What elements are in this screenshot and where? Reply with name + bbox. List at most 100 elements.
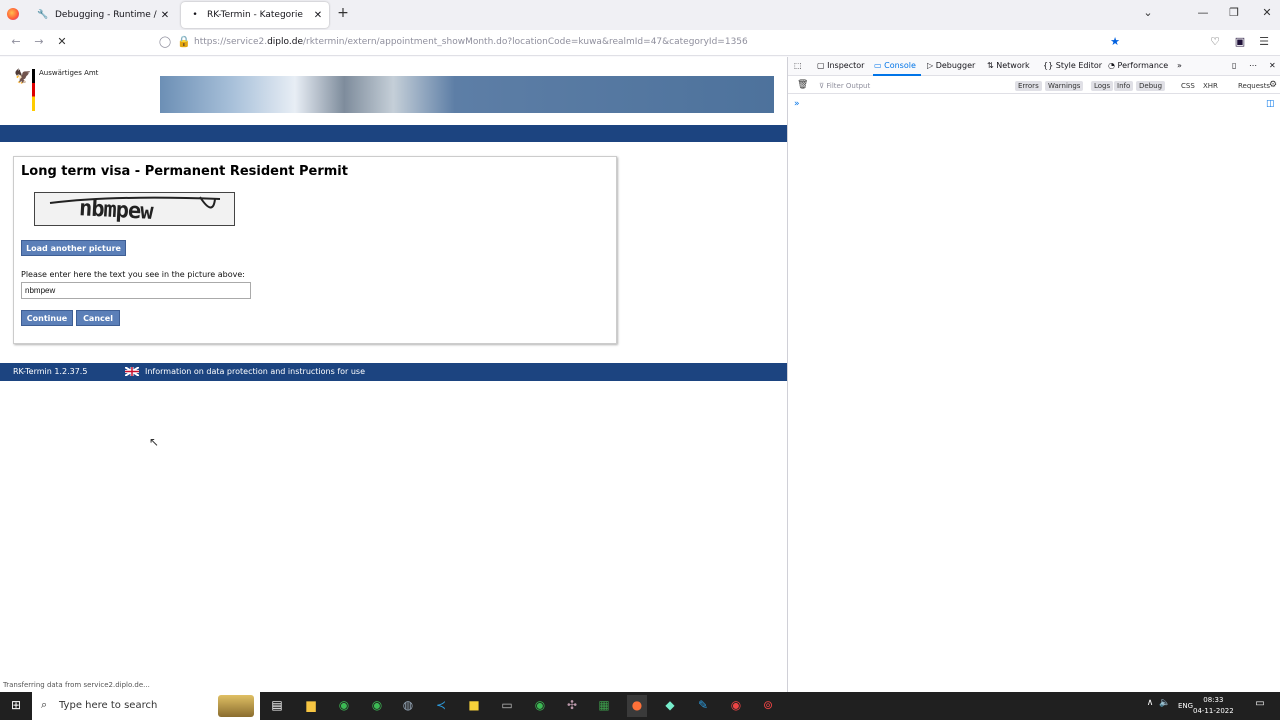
page-title: Long term visa - Permanent Resident Perm… [21,164,348,179]
type-css[interactable]: CSS [1178,81,1198,91]
captcha-form-card: Long term visa - Permanent Resident Perm… [13,156,617,344]
console-settings-icon[interactable]: ⚙ [1266,79,1280,91]
data-protection-link[interactable]: Information on data protection and instr… [145,367,365,376]
tab-rk-termin[interactable]: • RK-Termin - Kategorie ✕ [181,2,329,28]
level-logs[interactable]: Logs [1091,81,1114,91]
captcha-input[interactable] [21,282,251,299]
console-prompt-icon[interactable]: » [794,99,800,109]
eagle-emblem-icon: 🦅 [14,69,32,85]
bookmark-star-icon[interactable]: ★ [1107,35,1123,48]
steam-icon[interactable]: ◍ [398,698,418,712]
tab-label: Network [996,61,1030,70]
web-page: 🦅 Auswärtiges Amt Long term visa - Perma… [0,57,787,692]
dock-side-icon[interactable]: ▯ [1232,61,1236,70]
list-tabs-chevron-icon[interactable]: ⌄ [1138,6,1158,19]
german-flag-stripe [32,69,35,111]
url-domain: diplo.de [267,37,303,47]
pen-tool-icon[interactable]: ✎ [693,698,713,712]
close-devtools-icon[interactable]: ✕ [1269,61,1276,70]
stop-loading-icon[interactable]: ✕ [54,35,70,48]
level-info[interactable]: Info [1114,81,1134,91]
level-debug[interactable]: Debug [1136,81,1166,91]
search-placeholder: Type here to search [59,700,158,711]
tab-style-editor[interactable]: {} Style Editor [1043,61,1102,70]
mouse-cursor-icon: ↖ [149,435,160,449]
tab-label: Debugger [935,61,976,70]
notification-icon[interactable]: ▭ [1250,698,1270,709]
tab-label: Style Editor [1055,61,1103,70]
filter-input[interactable]: ⊽ Filter Output [816,81,873,91]
lock-icon[interactable]: 🔒 [176,35,192,48]
uk-flag-graphic [124,366,140,377]
menu-icon[interactable]: ☰ [1256,35,1272,48]
tab-label: Performance [1117,61,1169,70]
chrome-alt-icon[interactable]: ◉ [530,698,550,712]
restore-icon[interactable]: ❐ [1224,6,1244,19]
element-picker-icon[interactable]: ⬚ [794,61,802,70]
spreadsheet-icon[interactable]: ▦ [594,698,614,712]
tab-console[interactable]: ▭ Console [874,61,916,70]
chrome-icon[interactable]: ◉ [334,698,354,712]
continue-button[interactable]: Continue [21,310,73,326]
extension-icon[interactable]: ▣ [1232,35,1248,48]
load-another-picture-button[interactable]: Load another picture [21,240,126,256]
file-explorer-icon[interactable]: ▆ [301,698,321,712]
tab-debugger[interactable]: ▷ Debugger [927,61,975,70]
pocket-icon[interactable]: ♡ [1207,35,1223,48]
uk-flag-icon[interactable] [124,366,140,377]
tab-title: RK-Termin - Kategorie [207,10,303,20]
tab-debugging[interactable]: 🔧 Debugging - Runtime / this-fire ✕ [29,2,176,28]
back-icon[interactable]: ← [8,35,24,48]
version-text: RK-Termin 1.2.37.5 [13,367,88,376]
url-path: /rktermin/extern/appointment_showMonth.d… [302,37,748,47]
tab-title: Debugging - Runtime / this-fire [55,10,158,20]
level-warnings[interactable]: Warnings [1045,81,1084,91]
tab-network[interactable]: ⇅ Network [987,61,1030,70]
new-tab-icon[interactable]: + [333,5,353,21]
level-errors[interactable]: Errors [1015,81,1042,91]
chrome-profile-icon[interactable]: ◉ [367,698,387,712]
url-bar[interactable]: https://service2.diplo.de/rktermin/exter… [194,37,748,47]
split-console-icon[interactable]: ◫ [1266,99,1275,109]
cancel-button[interactable]: Cancel [76,310,120,326]
close-window-icon[interactable]: ✕ [1257,6,1277,19]
windows-start-icon[interactable]: ⊞ [6,698,26,712]
sticky-notes-icon[interactable]: ■ [464,698,484,712]
tab-performance[interactable]: ◔ Performance [1108,61,1168,70]
firefox-logo-icon[interactable] [7,8,19,20]
vscode-icon[interactable]: ≺ [431,698,451,712]
shield-icon[interactable]: ◯ [157,35,173,48]
kite-icon[interactable]: ◆ [660,698,680,712]
loading-dot-icon: • [192,10,198,20]
language-indicator[interactable]: ENG [1178,702,1193,710]
firefox-taskbar-icon[interactable]: ● [627,695,647,717]
console-filter-bar: 🗑 ⊽ Filter Output Errors Warnings Logs I… [788,77,1280,94]
volume-icon[interactable]: 🔈 [1155,698,1175,708]
terminal-icon[interactable]: ▭ [497,698,517,712]
captcha-instruction: Please enter here the text you see in th… [21,270,245,279]
search-icon: ⌕ [41,698,48,711]
recorder-icon[interactable]: ⊚ [758,698,778,712]
close-tab-icon[interactable]: ✕ [158,10,172,21]
taskbar-clock[interactable]: 08:33 04-11-2022 [1193,695,1234,717]
taskbar-search-box[interactable]: ⌕ Type here to search [32,692,260,720]
nav-blue-bar [0,125,787,142]
clock-time: 08:33 [1203,696,1224,704]
type-xhr[interactable]: XHR [1200,81,1221,91]
clock-date: 04-11-2022 [1193,707,1234,715]
devtools-options-icon[interactable]: ⋯ [1249,61,1257,70]
devtools-toolbar: ⬚ ▢ Inspector ▭ Console ▷ Debugger ⇅ Net… [788,57,1280,76]
task-view-icon[interactable]: ▤ [267,698,287,712]
more-tabs-icon[interactable]: » [1177,61,1182,70]
url-prefix: https://service2. [194,37,268,47]
minimize-icon[interactable]: — [1193,6,1213,19]
filter-placeholder: Filter Output [826,82,871,90]
active-tab-indicator [873,74,921,76]
chrome-second-icon[interactable]: ◉ [726,698,746,712]
close-tab-icon[interactable]: ✕ [311,10,325,21]
forward-icon[interactable]: → [31,35,47,48]
tab-inspector[interactable]: ▢ Inspector [817,61,864,70]
devtools-panel: ⬚ ▢ Inspector ▭ Console ▷ Debugger ⇅ Net… [787,57,1280,692]
trash-icon[interactable]: 🗑 [794,79,811,91]
git-icon[interactable]: ✣ [562,698,582,712]
